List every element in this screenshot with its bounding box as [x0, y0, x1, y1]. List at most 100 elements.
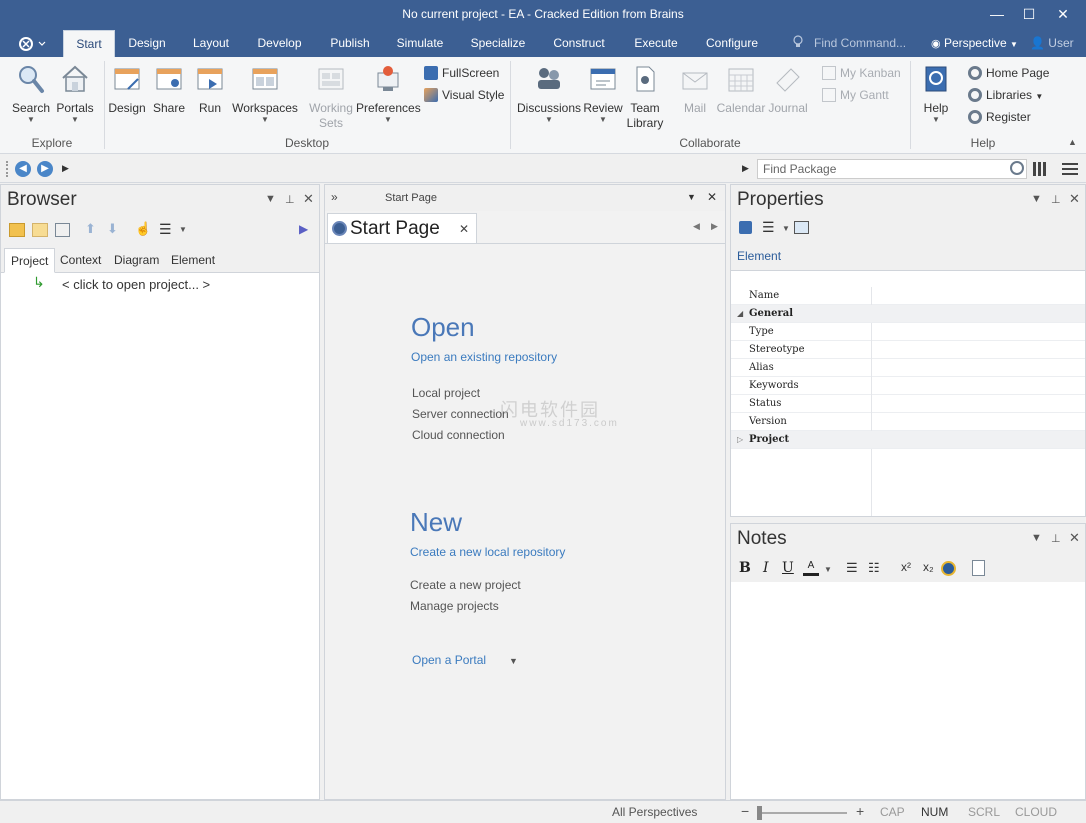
search-icon[interactable] — [1010, 161, 1024, 175]
close-icon[interactable]: ✕ — [459, 222, 469, 236]
chevron-down-icon[interactable]: ▼ — [265, 193, 276, 205]
diagram-icon[interactable] — [55, 223, 70, 237]
create-local-repo-link[interactable]: Create a new local repository — [410, 545, 565, 559]
chevron-down-icon[interactable]: ▼ — [687, 192, 696, 202]
property-row-stereotype[interactable]: Stereotype — [731, 341, 1085, 359]
server-connection-link[interactable]: Server connection — [412, 407, 509, 421]
move-down-icon[interactable]: ⬇ — [107, 221, 118, 237]
property-category-general[interactable]: ◢ General — [731, 305, 1085, 323]
hyperlink-icon[interactable] — [941, 561, 956, 576]
property-row-alias[interactable]: Alias — [731, 359, 1085, 377]
tab-diagram[interactable]: Diagram — [108, 248, 165, 273]
tab-project[interactable]: Project — [4, 248, 56, 273]
pin-icon[interactable]: ⊥ — [1051, 532, 1061, 545]
my-gantt-button[interactable]: My Gantt — [822, 86, 889, 104]
discussions-button[interactable]: Discussions ▼ — [516, 59, 582, 124]
design-button[interactable]: Design — [107, 59, 147, 116]
double-chevron-icon[interactable]: » — [331, 190, 338, 204]
open-existing-link[interactable]: Open an existing repository — [411, 350, 557, 364]
help-button[interactable]: Help ▼ — [916, 59, 956, 124]
share-button[interactable]: Share — [149, 59, 189, 116]
portals-button[interactable]: Portals ▼ — [54, 59, 96, 124]
underline-button[interactable]: U — [782, 560, 794, 576]
tab-start[interactable]: Start — [63, 30, 115, 57]
find-package-input[interactable]: Find Package — [757, 159, 1027, 179]
bullet-list-icon[interactable]: ☰ — [846, 560, 858, 576]
create-project-link[interactable]: Create a new project — [410, 578, 521, 592]
property-category-project[interactable]: ▷ Project — [731, 431, 1085, 449]
scroll-left-icon[interactable]: ◀ — [693, 221, 700, 232]
property-value[interactable] — [871, 377, 1085, 395]
property-value[interactable] — [871, 395, 1085, 413]
team-library-button[interactable]: Team Library — [624, 59, 666, 131]
tab-design[interactable]: Design — [122, 30, 172, 57]
tab-element[interactable]: Element — [165, 248, 221, 273]
expand-icon[interactable]: ▷ — [737, 434, 743, 444]
property-value[interactable] — [871, 341, 1085, 359]
collapse-ribbon-icon[interactable]: ▲ — [1068, 137, 1077, 147]
tab-specialize[interactable]: Specialize — [467, 30, 529, 57]
tab-layout[interactable]: Layout — [186, 30, 236, 57]
chevron-down-icon[interactable]: ▼ — [824, 565, 832, 574]
close-icon[interactable]: ✕ — [707, 190, 717, 204]
journal-button[interactable]: Journal — [766, 59, 810, 116]
property-value[interactable] — [871, 287, 1085, 305]
property-row-name[interactable]: Name — [731, 287, 1085, 305]
find-command-box[interactable]: Find Command... — [792, 30, 906, 57]
local-project-link[interactable]: Local project — [412, 386, 480, 400]
manage-projects-link[interactable]: Manage projects — [410, 599, 499, 613]
property-row-type[interactable]: Type — [731, 323, 1085, 341]
back-icon[interactable]: ◀ — [15, 161, 31, 177]
perspective-button[interactable]: ◉ Perspective ▼ — [931, 30, 1018, 57]
notes-editor[interactable] — [731, 582, 1085, 799]
search-button[interactable]: Search ▼ — [10, 59, 52, 124]
chevron-down-icon[interactable]: ▼ — [179, 225, 187, 234]
zoom-slider[interactable] — [757, 806, 847, 820]
cloud-connection-link[interactable]: Cloud connection — [412, 428, 505, 442]
zoom-out-button[interactable]: − — [741, 803, 749, 819]
run-button[interactable]: Run — [191, 59, 229, 116]
property-value[interactable] — [871, 413, 1085, 431]
app-menu-button[interactable] — [14, 33, 50, 55]
tab-configure[interactable]: Configure — [701, 30, 763, 57]
new-folder-icon[interactable] — [9, 223, 25, 237]
menu-icon[interactable] — [1062, 163, 1078, 175]
document-icon[interactable] — [972, 560, 985, 576]
subscript-icon[interactable]: x₂ — [923, 560, 934, 574]
move-up-icon[interactable]: ⬆ — [85, 221, 96, 237]
menu-icon[interactable]: ☰ — [159, 221, 172, 238]
maximize-button[interactable]: ☐ — [1014, 4, 1044, 24]
close-icon[interactable]: ✕ — [1069, 191, 1080, 207]
property-value[interactable] — [871, 323, 1085, 341]
chevron-down-icon[interactable]: ▼ — [1031, 532, 1042, 544]
my-kanban-button[interactable]: My Kanban — [822, 64, 901, 82]
workspaces-button[interactable]: Workspaces ▼ — [232, 59, 298, 124]
working-sets-button[interactable]: Working Sets — [306, 59, 356, 131]
visual-style-button[interactable]: Visual Style — [424, 86, 504, 104]
minimize-button[interactable]: — — [982, 4, 1012, 24]
grid-icon[interactable] — [1033, 162, 1047, 176]
property-row-version[interactable]: Version — [731, 413, 1085, 431]
scroll-right-icon[interactable]: ▶ — [711, 221, 718, 232]
preferences-button[interactable]: Preferences ▼ — [356, 59, 421, 124]
numbered-list-icon[interactable]: ☷ — [868, 560, 880, 576]
open-portal-link[interactable]: Open a Portal — [412, 653, 486, 667]
superscript-icon[interactable]: x² — [901, 560, 911, 574]
chevron-down-icon[interactable]: ▼ — [782, 224, 790, 233]
tab-construct[interactable]: Construct — [547, 30, 611, 57]
perspectives-status[interactable]: All Perspectives — [612, 805, 697, 819]
review-button[interactable]: Review ▼ — [582, 59, 624, 124]
close-icon[interactable]: ✕ — [1069, 530, 1080, 546]
property-row-keywords[interactable]: Keywords — [731, 377, 1085, 395]
text-color-icon[interactable]: A — [803, 560, 819, 576]
close-icon[interactable]: ✕ — [303, 191, 314, 207]
find-package-arrow-icon[interactable]: ▶ — [742, 163, 749, 174]
fullscreen-button[interactable]: FullScreen — [424, 64, 499, 82]
zoom-in-button[interactable]: + — [856, 803, 864, 819]
mail-button[interactable]: Mail — [676, 59, 714, 116]
home-page-button[interactable]: Home Page — [968, 64, 1049, 82]
forward-icon[interactable]: ▶ — [37, 161, 53, 177]
user-button[interactable]: 👤 User — [1030, 30, 1074, 57]
open-project-tree-item[interactable]: < click to open project... > — [62, 277, 210, 292]
bold-button[interactable]: B — [739, 560, 751, 576]
